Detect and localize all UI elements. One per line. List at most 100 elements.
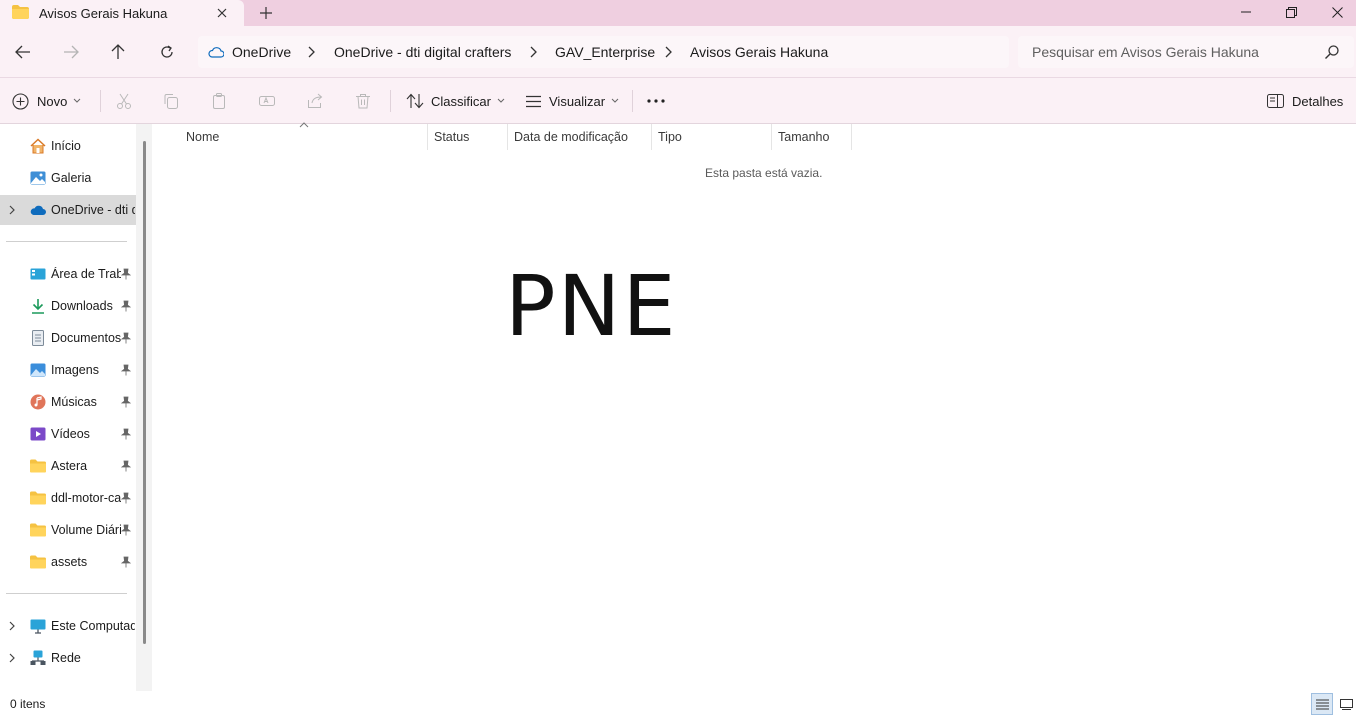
view-button[interactable]: Visualizar — [525, 89, 619, 113]
close-icon — [217, 8, 227, 18]
sidebar-item-astera[interactable]: Astera — [0, 451, 136, 481]
onedrive-icon — [30, 205, 46, 215]
column-divider[interactable] — [651, 124, 652, 150]
refresh-button[interactable] — [154, 39, 180, 65]
column-header-status[interactable]: Status — [434, 130, 469, 144]
sidebar-item-inicio[interactable]: Início — [0, 131, 136, 161]
command-bar: Novo Classificar Visualizar Detalhes — [0, 78, 1356, 124]
toolbar-divider — [632, 90, 633, 112]
arrow-right-icon — [64, 45, 79, 59]
rename-icon — [259, 96, 275, 106]
title-bar: Avisos Gerais Hakuna — [0, 0, 1356, 26]
pin-icon — [121, 556, 131, 568]
sidebar-item-galeria[interactable]: Galeria — [0, 163, 136, 193]
details-pane-button[interactable]: Detalhes — [1267, 89, 1343, 113]
folder-icon — [30, 555, 46, 569]
sidebar-item-musicas[interactable]: Músicas — [0, 387, 136, 417]
navigation-pane: Início Galeria OneDrive - dti d Área de … — [0, 124, 136, 691]
tiles-view-icon — [1339, 698, 1353, 710]
toolbar-divider — [390, 90, 391, 112]
sidebar-item-ddl-motor[interactable]: ddl-motor-ca — [0, 483, 136, 513]
sidebar-item-area-de-trabalho[interactable]: Área de Trab — [0, 259, 136, 289]
video-icon — [30, 427, 46, 441]
clipboard-icon — [213, 93, 225, 109]
sidebar-item-label: Astera — [51, 459, 88, 473]
sidebar-item-label: Início — [51, 139, 81, 153]
share-button[interactable] — [305, 91, 325, 111]
column-header-tamanho[interactable]: Tamanho — [778, 130, 829, 144]
column-header-tipo[interactable]: Tipo — [658, 130, 682, 144]
pin-icon — [121, 300, 131, 312]
music-icon — [30, 394, 46, 410]
up-button[interactable] — [105, 39, 131, 65]
close-window-button[interactable] — [1314, 0, 1356, 24]
details-view-button[interactable] — [1311, 693, 1333, 715]
file-explorer-window: Avisos Gerais Hakuna OneDrive OneDrive -… — [0, 0, 1356, 716]
sidebar-item-label: ddl-motor-ca — [51, 491, 121, 505]
restore-button[interactable] — [1268, 0, 1314, 24]
column-divider[interactable] — [851, 124, 852, 150]
gallery-icon — [30, 171, 46, 185]
column-header-nome[interactable]: Nome — [186, 130, 219, 144]
tab-avisos-gerais[interactable]: Avisos Gerais Hakuna — [0, 0, 244, 26]
new-tab-button[interactable] — [256, 4, 276, 22]
refresh-icon — [161, 45, 173, 58]
pin-icon — [121, 332, 131, 344]
sidebar-item-onedrive[interactable]: OneDrive - dti d — [0, 195, 136, 225]
sidebar-item-label: Galeria — [51, 171, 92, 185]
breadcrumb-gav-enterprise[interactable]: GAV_Enterprise — [555, 44, 655, 60]
pin-icon — [121, 364, 131, 376]
forward-button[interactable] — [58, 39, 84, 65]
folder-icon — [30, 459, 46, 473]
sidebar-item-documentos[interactable]: Documentos — [0, 323, 136, 353]
network-icon — [30, 650, 46, 665]
more-options-button[interactable] — [646, 91, 666, 111]
computer-icon — [30, 619, 46, 634]
pin-icon — [121, 428, 131, 440]
column-divider[interactable] — [427, 124, 428, 150]
copy-button[interactable] — [161, 91, 181, 111]
breadcrumb-onedrive-dti[interactable]: OneDrive - dti digital crafters — [334, 44, 511, 60]
close-icon — [1331, 6, 1343, 18]
cut-button[interactable] — [114, 91, 134, 111]
sidebar-item-volume-diario[interactable]: Volume Diári — [0, 515, 136, 545]
plus-circle-icon — [12, 92, 29, 110]
search-box[interactable]: Pesquisar em Avisos Gerais Hakuna — [1018, 36, 1354, 68]
plus-icon — [260, 7, 272, 19]
minimize-button[interactable] — [1223, 0, 1269, 24]
sidebar-item-imagens[interactable]: Imagens — [0, 355, 136, 385]
back-button[interactable] — [10, 39, 36, 65]
navigation-bar: OneDrive OneDrive - dti digital crafters… — [0, 26, 1356, 78]
list-view-icon — [526, 95, 541, 107]
tiles-view-button[interactable] — [1335, 693, 1356, 715]
new-button-label: Novo — [37, 93, 68, 109]
sidebar-item-downloads[interactable]: Downloads — [0, 291, 136, 321]
sidebar-item-rede[interactable]: Rede — [0, 643, 136, 673]
search-input[interactable]: Pesquisar em Avisos Gerais Hakuna — [1032, 44, 1259, 60]
share-icon — [308, 93, 323, 108]
sidebar-item-label: Vídeos — [51, 427, 90, 441]
sidebar-divider — [6, 241, 127, 242]
chevron-down-icon — [611, 98, 619, 103]
sidebar-item-assets[interactable]: assets — [0, 547, 136, 577]
breadcrumb-avisos-gerais[interactable]: Avisos Gerais Hakuna — [690, 44, 828, 60]
sort-button[interactable]: Classificar — [406, 89, 505, 113]
delete-button[interactable] — [353, 91, 373, 111]
sidebar-item-videos[interactable]: Vídeos — [0, 419, 136, 449]
trash-icon — [356, 94, 370, 109]
new-button[interactable]: Novo — [12, 89, 81, 113]
sidebar-item-este-computador[interactable]: Este Computador — [0, 611, 136, 641]
pin-icon — [121, 492, 131, 504]
pin-icon — [121, 268, 131, 280]
sidebar-scrollbar-thumb[interactable] — [143, 141, 146, 644]
column-divider[interactable] — [771, 124, 772, 150]
address-bar[interactable]: OneDrive OneDrive - dti digital crafters… — [198, 36, 1009, 68]
paste-button[interactable] — [209, 91, 229, 111]
breadcrumb-onedrive[interactable]: OneDrive — [232, 44, 291, 60]
close-tab-button[interactable] — [214, 5, 230, 21]
toolbar-divider — [100, 90, 101, 112]
column-divider[interactable] — [507, 124, 508, 150]
rename-button[interactable] — [257, 91, 277, 111]
sidebar-item-label: Volume Diári — [51, 523, 121, 537]
column-header-data-modificacao[interactable]: Data de modificação — [514, 130, 628, 144]
